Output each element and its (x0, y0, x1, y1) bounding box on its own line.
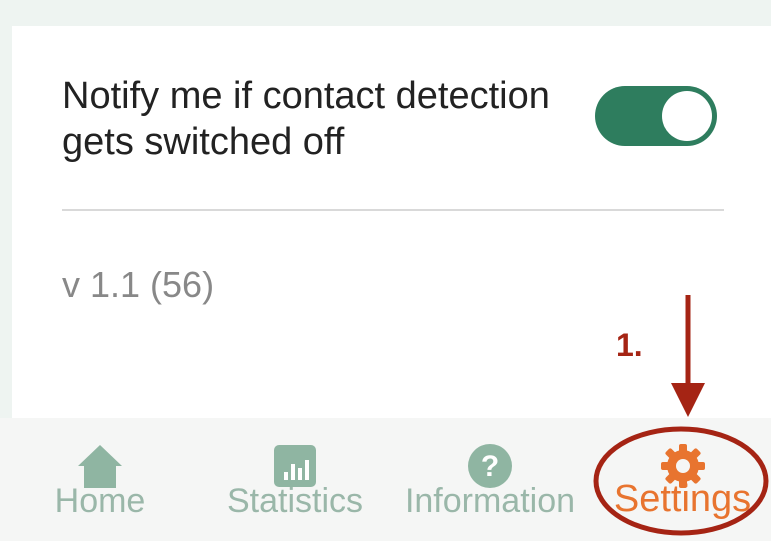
nav-label-statistics: Statistics (226, 482, 364, 520)
annotation-step-number: 1. (616, 327, 643, 363)
nav-item-information[interactable]: ? Information (390, 418, 590, 541)
notify-toggle[interactable] (595, 86, 717, 146)
settings-card: Notify me if contact detection gets swit… (12, 26, 771, 418)
nav-item-statistics[interactable]: Statistics (210, 418, 380, 541)
annotation-highlight-circle (593, 426, 769, 536)
annotation-arrow-icon (671, 295, 705, 417)
svg-text:?: ? (481, 450, 499, 483)
notify-setting-label: Notify me if contact detection gets swit… (62, 75, 550, 163)
toggle-knob (662, 91, 712, 141)
nav-item-home[interactable]: Home (20, 418, 180, 541)
nav-label-home: Home (54, 482, 146, 520)
divider (62, 209, 724, 211)
version-text: v 1.1 (56) (62, 264, 215, 305)
nav-label-information: Information (404, 482, 576, 520)
